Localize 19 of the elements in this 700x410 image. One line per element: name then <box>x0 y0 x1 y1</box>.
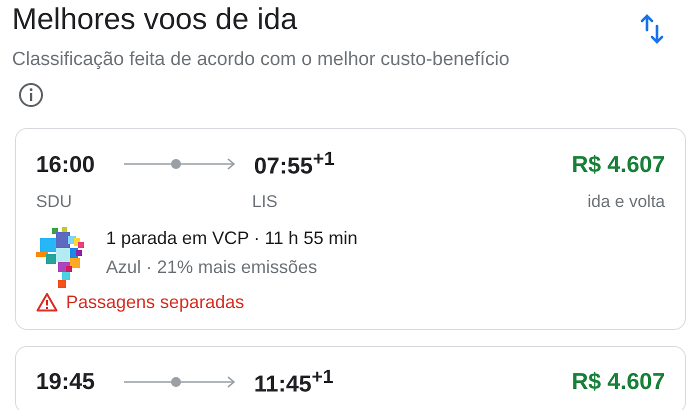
stops-duration: 1 parada em VCP · 11 h 55 min <box>106 226 358 250</box>
airport-code: SDU <box>36 192 72 211</box>
warning-text: Passagens separadas <box>66 292 244 313</box>
price-note: ida e volta <box>588 192 665 212</box>
airline-emissions: Azul · 21% mais emissões <box>106 256 318 279</box>
price: R$ 4.607 <box>572 150 665 178</box>
subtitle: Classificação feita de acordo com o melhor custo-benefício <box>12 49 510 70</box>
warning-icon <box>36 292 58 312</box>
price: R$ 4.607 <box>572 368 665 396</box>
sort-icon[interactable] <box>640 14 664 44</box>
section-title: Melhores voos de ida <box>12 2 298 38</box>
departure-time: 16:00 <box>36 150 96 178</box>
flight-card[interactable]: 19:45 11:45$^{+1}$ R$ 4.607 <box>15 346 686 410</box>
info-icon[interactable] <box>18 82 44 108</box>
arrival-time: 07:55$^{+1}$ <box>254 149 335 180</box>
departure-time: 19:45 <box>36 368 96 396</box>
flight-card[interactable]: 16:00 07:55$^{+1}$ R$ 4.607 SDU LIS ida e volta 1 parada em VCP · 11 h 55 min Azul · 21% mais emissões Passagens separadas <box>15 128 686 330</box>
airport-code: LIS <box>252 192 278 212</box>
arrival-time: 11:45$^{+1}$ <box>254 366 334 398</box>
